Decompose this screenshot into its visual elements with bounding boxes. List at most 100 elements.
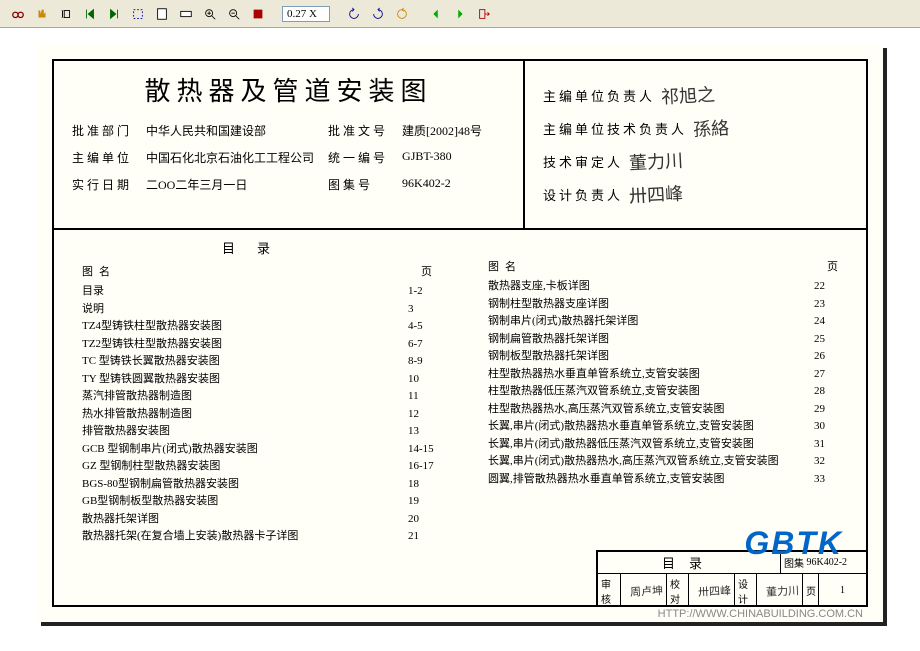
toc-item-page: 23 — [808, 296, 844, 314]
footer-page-label: 页 — [806, 583, 815, 598]
toc-item-name: 蒸汽排管散热器制造图 — [82, 388, 402, 406]
meta-grid: 批准部门 中华人民共和国建设部 批准文号 建质[2002]48号 主编单位 中国… — [72, 122, 505, 193]
toc-item-name: 说明 — [82, 301, 402, 319]
toc-item-name: TC 型铸铁长翼散热器安装图 — [82, 353, 402, 371]
toc-row: 散热器支座,卡板详图22 — [482, 278, 844, 296]
sig1-label: 主编单位负责人 — [543, 86, 655, 105]
title-left: 散热器及管道安装图 批准部门 中华人民共和国建设部 批准文号 建质[2002]4… — [54, 61, 525, 228]
signature-block: 主编单位负责人祁旭之 主编单位技术负责人孫絡 技术审定人董力川 设计负责人卅四峰 — [525, 61, 866, 228]
toc-item-name: 长翼,串片(闭式)散热器热水垂直单管系统立,支管安装图 — [488, 418, 808, 436]
drawing-title: 散热器及管道安装图 — [72, 71, 505, 108]
toc-row: 柱型散热器低压蒸汽双管系统立,支管安装图28 — [482, 383, 844, 401]
toc-item-page: 8-9 — [402, 353, 438, 371]
footer-atlas-label: 图集 — [784, 555, 804, 570]
toc-item-page: 12 — [402, 406, 438, 424]
prev-icon[interactable] — [426, 4, 446, 24]
rotate-right-icon[interactable] — [368, 4, 388, 24]
toc-item-name: 长翼,串片(闭式)散热器热水,高压蒸汽双管系统立,支管安装图 — [488, 453, 808, 471]
fit-width-icon[interactable] — [176, 4, 196, 24]
toc-body: 目录 图名页 目录1-2说明3TZ4型铸铁柱型散热器安装图4-5TZ2型铸铁柱型… — [54, 230, 866, 546]
toc-row: GCB 型钢制串片(闭式)散热器安装图14-15 — [76, 441, 438, 459]
toc-row: 散热器托架详图20 — [76, 511, 438, 529]
select-icon[interactable] — [128, 4, 148, 24]
toc-item-page: 18 — [402, 476, 438, 494]
toc-row: TZ2型铸铁柱型散热器安装图6-7 — [76, 336, 438, 354]
next-icon[interactable] — [450, 4, 470, 24]
toc-item-name: 钢制扁管散热器托架详图 — [488, 331, 808, 349]
last-page-icon[interactable] — [104, 4, 124, 24]
sig4-signature: 卅四峰 — [628, 180, 683, 209]
toc-row: BGS-80型钢制扁管散热器安装图18 — [76, 476, 438, 494]
toc-header: 目录 — [76, 238, 438, 257]
source-url: HTTP://WWW.CHINABUILDING.COM.CN — [658, 608, 863, 620]
zoom-out-icon[interactable] — [224, 4, 244, 24]
footer-atlas-value: 96K402-2 — [807, 557, 848, 568]
exec-date-value: 二OO二年三月一日 — [146, 176, 314, 193]
fit-page-icon[interactable] — [152, 4, 172, 24]
atlas-no-value: 96K402-2 — [402, 176, 505, 193]
toc-item-page: 32 — [808, 453, 844, 471]
uni-no-label: 统一编号 — [328, 149, 388, 166]
footer-stamp: 目录 图集 96K402-2 审核 周卢坤 校对 卅四峰 设计 董力川 页 1 — [596, 550, 866, 605]
toc-item-page: 22 — [808, 278, 844, 296]
toolbar: I 0.27 X — [0, 0, 920, 28]
toc-row: 圆翼,排管散热器热水垂直单管系统立,支管安装图33 — [482, 471, 844, 489]
toc-item-name: GB型钢制板型散热器安装图 — [82, 493, 402, 511]
toc-item-page: 10 — [402, 371, 438, 389]
refresh-icon[interactable] — [392, 4, 412, 24]
approve-doc-label: 批准文号 — [328, 122, 388, 139]
toc-item-name: 长翼,串片(闭式)散热器低压蒸汽双管系统立,支管安装图 — [488, 436, 808, 454]
toc-row: 钢制扁管散热器托架详图25 — [482, 331, 844, 349]
toc-item-name: 散热器托架(在复合墙上安装)散热器卡子详图 — [82, 528, 402, 546]
toc-row: TZ4型铸铁柱型散热器安装图4-5 — [76, 318, 438, 336]
toc-item-name: 热水排管散热器制造图 — [82, 406, 402, 424]
toc-row: 钢制板型散热器托架详图26 — [482, 348, 844, 366]
footer-review-label: 审核 — [601, 576, 617, 606]
toc-item-name: 圆翼,排管散热器热水垂直单管系统立,支管安装图 — [488, 471, 808, 489]
footer-design-label: 设计 — [738, 576, 753, 606]
toc-item-page: 13 — [402, 423, 438, 441]
approve-doc-value: 建质[2002]48号 — [402, 122, 505, 139]
toc-item-name: 柱型散热器热水垂直单管系统立,支管安装图 — [488, 366, 808, 384]
drawing-frame: 散热器及管道安装图 批准部门 中华人民共和国建设部 批准文号 建质[2002]4… — [52, 59, 868, 607]
toc-item-name: 钢制柱型散热器支座详图 — [488, 296, 808, 314]
toc-item-page: 29 — [808, 401, 844, 419]
toc-row: 排管散热器安装图13 — [76, 423, 438, 441]
toc-row: 蒸汽排管散热器制造图11 — [76, 388, 438, 406]
toc-item-name: 目录 — [82, 283, 402, 301]
tool-icon[interactable] — [248, 4, 268, 24]
toc-item-name: BGS-80型钢制扁管散热器安装图 — [82, 476, 402, 494]
viewport: 散热器及管道安装图 批准部门 中华人民共和国建设部 批准文号 建质[2002]4… — [0, 28, 920, 651]
text-select-icon[interactable]: I — [56, 4, 76, 24]
rotate-left-icon[interactable] — [344, 4, 364, 24]
toc-item-page: 33 — [808, 471, 844, 489]
uni-no-value: GJBT-380 — [402, 149, 505, 166]
zoom-in-icon[interactable] — [200, 4, 220, 24]
hand-icon[interactable] — [32, 4, 52, 24]
toc-item-name: 柱型散热器低压蒸汽双管系统立,支管安装图 — [488, 383, 808, 401]
toc-item-page: 6-7 — [402, 336, 438, 354]
toc-item-name: TZ2型铸铁柱型散热器安装图 — [82, 336, 402, 354]
first-page-icon[interactable] — [80, 4, 100, 24]
toc-item-page: 19 — [402, 493, 438, 511]
toc-item-page: 30 — [808, 418, 844, 436]
footer-proof-sig: 卅四峰 — [698, 582, 732, 600]
exit-icon[interactable] — [474, 4, 494, 24]
toc-item-page: 25 — [808, 331, 844, 349]
zoom-level[interactable]: 0.27 X — [282, 6, 330, 22]
toc-row: 热水排管散热器制造图12 — [76, 406, 438, 424]
toc-item-page: 31 — [808, 436, 844, 454]
toc-item-page: 1-2 — [402, 283, 438, 301]
toc-sub-name: 图名 — [488, 258, 827, 274]
approve-dept-label: 批准部门 — [72, 122, 132, 139]
sig3-signature: 董力川 — [628, 147, 683, 176]
toc-item-name: 柱型散热器热水,高压蒸汽双管系统立,支管安装图 — [488, 401, 808, 419]
footer-proof-label: 校对 — [670, 576, 685, 606]
toc-row: 钢制柱型散热器支座详图23 — [482, 296, 844, 314]
toc-row: GB型钢制板型散热器安装图19 — [76, 493, 438, 511]
toc-item-page: 27 — [808, 366, 844, 384]
title-block: 散热器及管道安装图 批准部门 中华人民共和国建设部 批准文号 建质[2002]4… — [54, 61, 866, 230]
binoculars-icon[interactable] — [8, 4, 28, 24]
toc-item-name: 散热器托架详图 — [82, 511, 402, 529]
toc-item-page: 24 — [808, 313, 844, 331]
